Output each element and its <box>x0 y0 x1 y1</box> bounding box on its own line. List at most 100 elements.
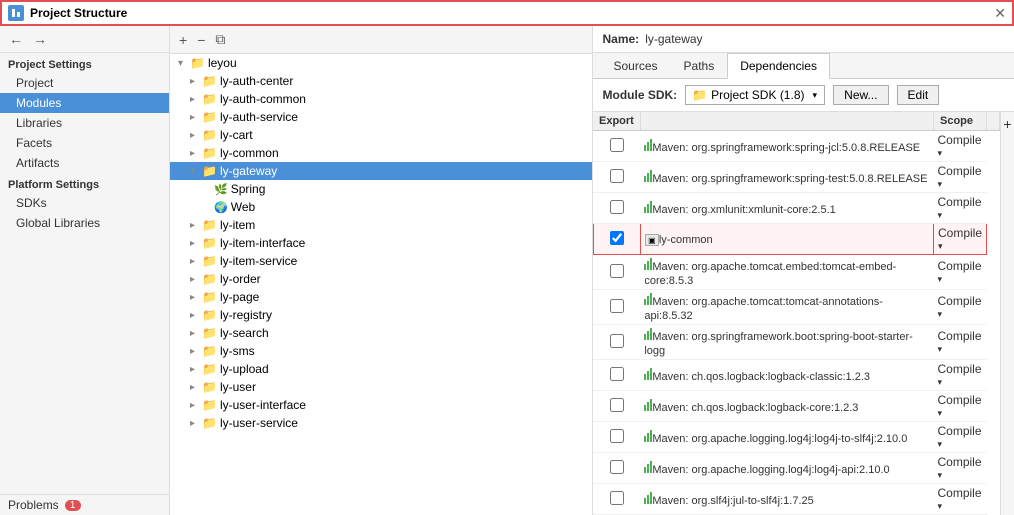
folder-icon: 📁 <box>202 254 217 268</box>
sidebar-item-global-libraries[interactable]: Global Libraries <box>0 213 169 233</box>
tree-item-ly-common[interactable]: ▸ 📁 ly-common <box>170 144 592 162</box>
dep-name: Maven: ch.qos.logback:logback-core:1.2.3 <box>652 402 858 414</box>
tree-item-ly-item-interface[interactable]: ▸ 📁 ly-item-interface <box>170 234 592 252</box>
tree-item-ly-user-service[interactable]: ▸ 📁 ly-user-service <box>170 414 592 432</box>
dep-export-checkbox[interactable] <box>610 299 624 313</box>
tree-label: ly-common <box>220 146 279 160</box>
sidebar-item-artifacts[interactable]: Artifacts <box>0 153 169 173</box>
module-icon: ▣ <box>645 234 659 246</box>
dep-export-checkbox[interactable] <box>610 429 624 443</box>
dep-table: Export Scope Maven: org.springframework:… <box>593 112 1001 515</box>
spring-icon: 🌿 <box>214 183 228 196</box>
folder-icon: 📁 <box>202 380 217 394</box>
tree-label: ly-order <box>220 272 261 286</box>
problems-label: Problems <box>8 498 59 512</box>
tab-sources[interactable]: Sources <box>601 53 671 79</box>
dep-export-checkbox[interactable] <box>610 398 624 412</box>
tree-label: Web <box>231 200 255 214</box>
sidebar-item-project[interactable]: Project <box>0 73 169 93</box>
scope-dropdown-arrow[interactable]: ▾ <box>937 470 942 480</box>
dep-export-checkbox[interactable] <box>610 231 624 245</box>
sdk-new-button[interactable]: New... <box>833 85 888 105</box>
web-icon: 🌍 <box>214 201 228 214</box>
dep-name: Maven: org.apache.tomcat.embed:tomcat-em… <box>644 261 896 287</box>
dep-export-checkbox[interactable] <box>610 138 624 152</box>
tab-paths[interactable]: Paths <box>671 53 728 79</box>
add-dependency-button[interactable]: + <box>1003 116 1011 132</box>
dep-export-checkbox[interactable] <box>610 169 624 183</box>
scope-dropdown-arrow[interactable]: ▾ <box>938 241 943 251</box>
dep-export-checkbox[interactable] <box>610 264 624 278</box>
dep-name: Maven: org.springframework.boot:spring-b… <box>644 331 912 357</box>
sdk-edit-button[interactable]: Edit <box>897 85 940 105</box>
expand-arrow: ▸ <box>190 418 202 429</box>
name-label: Name: <box>603 32 640 46</box>
tree-item-ly-gateway[interactable]: ▾ 📁 ly-gateway <box>170 162 592 180</box>
dep-export-checkbox[interactable] <box>610 367 624 381</box>
dep-scope: Compile ▾ <box>933 162 986 193</box>
scope-dropdown-arrow[interactable]: ▾ <box>937 309 942 319</box>
folder-icon: 📁 <box>202 128 217 142</box>
tree-item-ly-auth-common[interactable]: ▸ 📁 ly-auth-common <box>170 90 592 108</box>
tree-item-ly-auth-center[interactable]: ▸ 📁 ly-auth-center <box>170 72 592 90</box>
module-sdk-bar: Module SDK: 📁 Project SDK (1.8) ▾ New...… <box>593 79 1014 112</box>
tree-item-web[interactable]: 🌍 Web <box>170 198 592 216</box>
dep-scope: Compile ▾ <box>933 224 986 255</box>
close-button[interactable]: ✕ <box>994 5 1006 22</box>
tree-label: ly-auth-center <box>220 74 293 88</box>
table-row: Maven: org.apache.tomcat.embed:tomcat-em… <box>593 255 1000 290</box>
sidebar-item-sdks[interactable]: SDKs <box>0 193 169 213</box>
tree-item-leyou[interactable]: ▾ 📁 leyou <box>170 54 592 72</box>
dep-export-checkbox[interactable] <box>610 334 624 348</box>
folder-icon: 📁 <box>190 56 205 70</box>
sdk-value: Project SDK (1.8) <box>711 88 804 102</box>
sidebar-item-modules[interactable]: Modules <box>0 93 169 113</box>
remove-module-button[interactable]: − <box>194 31 208 49</box>
dep-scope: Compile ▾ <box>933 484 986 515</box>
copy-module-button[interactable]: ⧉ <box>212 30 228 49</box>
dep-export-checkbox[interactable] <box>610 200 624 214</box>
dep-scope: Compile ▾ <box>933 131 986 162</box>
tree-item-ly-upload[interactable]: ▸ 📁 ly-upload <box>170 360 592 378</box>
dep-name: Maven: org.slf4j:jul-to-slf4j:1.7.25 <box>652 495 813 507</box>
scope-dropdown-arrow[interactable]: ▾ <box>937 439 942 449</box>
dep-scope: Compile ▾ <box>933 391 986 422</box>
dep-export-checkbox[interactable] <box>610 460 624 474</box>
add-module-button[interactable]: + <box>176 31 190 49</box>
tree-item-ly-page[interactable]: ▸ 📁 ly-page <box>170 288 592 306</box>
scope-dropdown-arrow[interactable]: ▾ <box>937 274 942 284</box>
folder-icon: 📁 <box>202 416 217 430</box>
forward-button[interactable]: → <box>30 30 50 48</box>
tree-item-ly-search[interactable]: ▸ 📁 ly-search <box>170 324 592 342</box>
tree-item-ly-registry[interactable]: ▸ 📁 ly-registry <box>170 306 592 324</box>
expand-arrow: ▸ <box>190 220 202 231</box>
scope-dropdown-arrow[interactable]: ▾ <box>937 408 942 418</box>
tree-item-ly-item[interactable]: ▸ 📁 ly-item <box>170 216 592 234</box>
scope-dropdown-arrow[interactable]: ▾ <box>937 377 942 387</box>
tabs-bar: Sources Paths Dependencies <box>593 53 1014 79</box>
tab-dependencies[interactable]: Dependencies <box>727 53 830 79</box>
scope-dropdown-arrow[interactable]: ▾ <box>937 210 942 220</box>
table-row: Maven: org.springframework.boot:spring-b… <box>593 325 1000 360</box>
expand-arrow: ▸ <box>190 274 202 285</box>
scope-dropdown-arrow[interactable]: ▾ <box>937 179 942 189</box>
dep-scope: Compile ▾ <box>933 422 986 453</box>
tree-item-spring[interactable]: 🌿 Spring <box>170 180 592 198</box>
tree-item-ly-cart[interactable]: ▸ 📁 ly-cart <box>170 126 592 144</box>
sidebar: ← → Project Settings Project Modules Lib… <box>0 26 170 515</box>
sdk-select[interactable]: 📁 Project SDK (1.8) ▾ <box>685 85 825 105</box>
back-button[interactable]: ← <box>6 30 26 48</box>
tree-item-ly-user[interactable]: ▸ 📁 ly-user <box>170 378 592 396</box>
tree-item-ly-user-interface[interactable]: ▸ 📁 ly-user-interface <box>170 396 592 414</box>
tree-item-ly-order[interactable]: ▸ 📁 ly-order <box>170 270 592 288</box>
dep-export-checkbox[interactable] <box>610 491 624 505</box>
sidebar-item-libraries[interactable]: Libraries <box>0 113 169 133</box>
scope-dropdown-arrow[interactable]: ▾ <box>937 501 942 511</box>
tree-item-ly-item-service[interactable]: ▸ 📁 ly-item-service <box>170 252 592 270</box>
scope-dropdown-arrow[interactable]: ▾ <box>937 344 942 354</box>
tree-item-ly-sms[interactable]: ▸ 📁 ly-sms <box>170 342 592 360</box>
dep-name: Maven: org.apache.logging.log4j:log4j-to… <box>652 433 907 445</box>
tree-item-ly-auth-service[interactable]: ▸ 📁 ly-auth-service <box>170 108 592 126</box>
scope-dropdown-arrow[interactable]: ▾ <box>937 148 942 158</box>
sidebar-item-facets[interactable]: Facets <box>0 133 169 153</box>
